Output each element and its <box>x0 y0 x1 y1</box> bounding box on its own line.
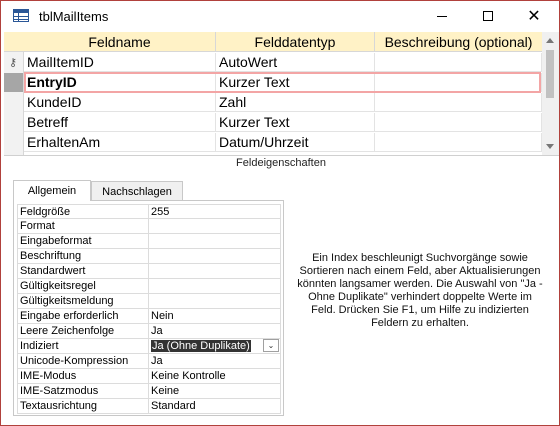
property-value[interactable]: Ja <box>149 354 281 368</box>
property-value[interactable] <box>149 294 281 308</box>
property-value[interactable] <box>149 279 281 293</box>
property-row[interactable]: IME-Satzmodus Keine <box>17 384 281 399</box>
maximize-icon <box>483 11 493 21</box>
property-name: Indiziert <box>17 339 149 353</box>
property-row[interactable]: Eingabe erforderlich Nein <box>17 309 281 324</box>
close-icon: ✕ <box>527 6 541 25</box>
field-design-grid: Feldname Felddatentyp Beschreibung (opti… <box>4 32 542 155</box>
property-value[interactable] <box>149 249 281 263</box>
minimize-button[interactable] <box>419 1 465 31</box>
property-row[interactable]: Gültigkeitsregel <box>17 279 281 294</box>
title-bar[interactable]: tblMailItems ✕ <box>1 1 559 31</box>
property-value[interactable]: Standard <box>149 399 281 413</box>
column-header-feldname[interactable]: Feldname <box>24 32 216 52</box>
property-row[interactable]: IME-Modus Keine Kontrolle <box>17 369 281 384</box>
data-type-cell[interactable]: Kurzer Text <box>216 113 375 132</box>
data-type-cell[interactable]: Zahl <box>216 93 375 112</box>
grid-row[interactable]: KundeID Zahl <box>4 93 542 112</box>
table-design-window: tblMailItems ✕ Feldname Felddatentyp Bes… <box>0 0 560 426</box>
active-row-border <box>24 72 541 93</box>
grid-vertical-scrollbar[interactable] <box>542 32 559 155</box>
column-header-felddatentyp[interactable]: Felddatentyp <box>216 32 375 52</box>
close-button[interactable]: ✕ <box>511 1 557 31</box>
field-name-cell[interactable]: KundeID <box>24 93 216 112</box>
property-row[interactable]: Textausrichtung Standard <box>17 399 281 414</box>
description-cell[interactable] <box>375 93 542 112</box>
grid-divider <box>4 155 559 156</box>
property-name: Leere Zeichenfolge <box>17 324 149 338</box>
property-row[interactable]: Gültigkeitsmeldung <box>17 294 281 309</box>
row-selector[interactable] <box>4 133 24 152</box>
property-row[interactable]: Standardwert <box>17 264 281 279</box>
property-value[interactable] <box>149 219 281 233</box>
property-row[interactable]: Eingabeformat <box>17 234 281 249</box>
property-row[interactable]: Beschriftung <box>17 249 281 264</box>
property-value[interactable]: Keine Kontrolle <box>149 369 281 383</box>
property-value[interactable]: 255 <box>149 205 281 219</box>
row-selector[interactable] <box>4 73 24 92</box>
property-name: Feldgröße <box>17 205 149 219</box>
property-name: Eingabeformat <box>17 234 149 248</box>
scroll-down-icon[interactable] <box>546 144 554 149</box>
column-header-beschreibung[interactable]: Beschreibung (optional) <box>375 32 542 52</box>
grid-row[interactable]: EntryID Kurzer Text <box>4 72 542 93</box>
field-properties-label: Feldeigenschaften <box>236 157 326 169</box>
property-name: Standardwert <box>17 264 149 278</box>
property-row[interactable]: Feldgröße 255 <box>17 204 281 219</box>
property-name: IME-Modus <box>17 369 149 383</box>
property-table: Feldgröße 255 Format Eingabeformat Beschrift… <box>17 204 281 414</box>
property-value[interactable] <box>149 234 281 248</box>
property-value[interactable]: Keine <box>149 384 281 398</box>
row-selector[interactable] <box>4 113 24 132</box>
property-row[interactable]: Format <box>17 219 281 234</box>
description-cell[interactable] <box>375 113 542 132</box>
property-name: Gültigkeitsregel <box>17 279 149 293</box>
property-name: Unicode-Kompression <box>17 354 149 368</box>
property-name: Textausrichtung <box>17 399 149 413</box>
scroll-thumb[interactable] <box>546 50 554 98</box>
grid-row[interactable]: ErhaltenAm Datum/Uhrzeit <box>4 133 542 152</box>
help-text: Ein Index beschleunigt Suchvorgänge sowi… <box>297 252 543 329</box>
property-sheet: Feldgröße 255 Format Eingabeformat Beschrift… <box>13 200 284 416</box>
data-type-cell[interactable]: AutoWert <box>216 53 375 72</box>
property-value[interactable]: Ja <box>149 324 281 338</box>
field-name-cell[interactable]: Betreff <box>24 113 216 132</box>
property-row[interactable]: Unicode-Kompression Ja <box>17 354 281 369</box>
property-name: Beschriftung <box>17 249 149 263</box>
property-row[interactable]: Leere Zeichenfolge Ja <box>17 324 281 339</box>
minimize-icon <box>437 15 447 17</box>
description-cell[interactable] <box>375 133 542 152</box>
table-icon <box>13 9 29 22</box>
property-value[interactable]: Ja (Ohne Duplikate) ⌄ <box>149 339 281 353</box>
property-value[interactable]: Nein <box>149 309 281 323</box>
row-selector[interactable]: ⚷ <box>4 53 24 72</box>
scroll-up-icon[interactable] <box>546 38 554 43</box>
grid-header: Feldname Felddatentyp Beschreibung (opti… <box>4 32 542 52</box>
property-name: Format <box>17 219 149 233</box>
property-name: IME-Satzmodus <box>17 384 149 398</box>
primary-key-icon: ⚷ <box>9 56 18 69</box>
selected-value-text: Ja (Ohne Duplikate) <box>151 340 251 352</box>
tab-nachschlagen[interactable]: Nachschlagen <box>91 181 183 201</box>
field-name-cell[interactable]: MailItemID <box>24 53 216 72</box>
field-name-cell[interactable]: ErhaltenAm <box>24 133 216 152</box>
grid-row[interactable]: ⚷ MailItemID AutoWert <box>4 53 542 72</box>
property-name: Eingabe erforderlich <box>17 309 149 323</box>
dropdown-chevron-icon[interactable]: ⌄ <box>263 339 279 352</box>
grid-row[interactable]: Betreff Kurzer Text <box>4 113 542 132</box>
row-selector[interactable] <box>4 93 24 112</box>
property-row[interactable]: Indiziert Ja (Ohne Duplikate) ⌄ <box>17 339 281 354</box>
property-name: Gültigkeitsmeldung <box>17 294 149 308</box>
tab-allgemein[interactable]: Allgemein <box>13 180 91 201</box>
description-cell[interactable] <box>375 53 542 72</box>
property-value[interactable] <box>149 264 281 278</box>
data-type-cell[interactable]: Datum/Uhrzeit <box>216 133 375 152</box>
window-title: tblMailItems <box>39 9 109 24</box>
maximize-button[interactable] <box>465 1 511 31</box>
